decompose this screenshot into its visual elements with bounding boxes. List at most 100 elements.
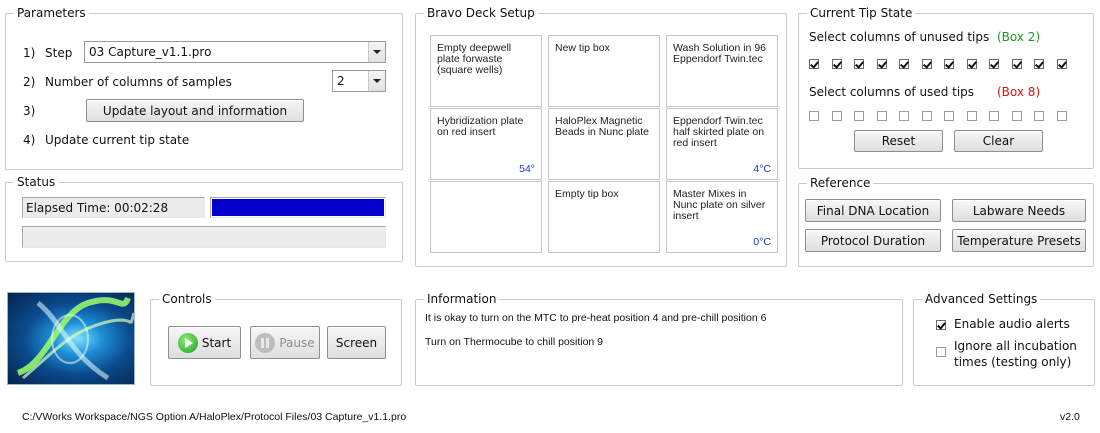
- step-progress-bar: [210, 197, 386, 218]
- used-tip-column-checkbox-1[interactable]: [809, 111, 819, 121]
- dna-helix-icon: [16, 296, 134, 381]
- unused-tip-column-checkbox-9[interactable]: [989, 59, 999, 69]
- deck-position-label: New tip box: [555, 42, 610, 54]
- chevron-down-icon[interactable]: [368, 42, 385, 62]
- controls-group: Controls Start Pause Screen: [150, 291, 402, 386]
- step-select[interactable]: 03 Capture_v1.1.pro: [84, 41, 386, 63]
- ignore-incubation-checkbox[interactable]: [936, 347, 946, 357]
- unused-tip-column-checkbox-11[interactable]: [1034, 59, 1044, 69]
- deck-position-label: Empty deepwell plate forwaste (square we…: [437, 42, 512, 76]
- tip-state-group: Current Tip State Select columns of unus…: [798, 5, 1094, 169]
- information-group: Information It is okay to turn on the MT…: [415, 291, 903, 386]
- columns-number: 2): [23, 75, 36, 89]
- protocol-duration-button[interactable]: Protocol Duration: [805, 229, 941, 252]
- controls-legend: Controls: [159, 291, 215, 307]
- deck-position-temp: 4°C: [753, 163, 771, 175]
- unused-tips-label: Select columns of unused tips: [809, 30, 990, 44]
- deck-position-label: Hybridization plate on red insert: [437, 115, 524, 138]
- deck-position-3[interactable]: Wash Solution in 96 Eppendorf Twin.tec: [666, 35, 778, 107]
- deck-position-7[interactable]: [430, 181, 542, 253]
- chevron-down-icon[interactable]: [368, 71, 385, 91]
- used-tip-column-checkbox-5[interactable]: [899, 111, 909, 121]
- status-group: Status Elapsed Time: 00:02:28: [5, 174, 403, 262]
- used-tip-column-checkbox-2[interactable]: [831, 111, 842, 121]
- information-legend: Information: [424, 291, 500, 307]
- used-tip-column-checkbox-12[interactable]: [1056, 111, 1067, 121]
- advanced-settings-group: Advanced Settings Enable audio alerts Ig…: [913, 291, 1095, 386]
- play-icon: [177, 332, 198, 353]
- columns-select[interactable]: 2: [332, 70, 386, 92]
- clear-button[interactable]: Clear: [954, 130, 1043, 152]
- unused-tip-column-checkbox-1[interactable]: [809, 59, 819, 69]
- deck-position-label: Empty tip box: [555, 188, 619, 200]
- used-tip-column-checkbox-9[interactable]: [989, 111, 999, 121]
- start-button[interactable]: Start: [168, 326, 241, 359]
- columns-select-value: 2: [337, 74, 345, 88]
- enable-audio-label[interactable]: Enable audio alerts: [954, 317, 1070, 331]
- labware-needs-button[interactable]: Labware Needs: [952, 199, 1086, 222]
- ignore-incubation-label-2[interactable]: times (testing only): [954, 355, 1071, 369]
- start-label: Start: [201, 335, 232, 350]
- deck-position-8[interactable]: Empty tip box: [548, 181, 660, 253]
- used-tip-column-checkbox-4[interactable]: [876, 111, 887, 121]
- reset-button[interactable]: Reset: [854, 130, 943, 152]
- temperature-presets-button[interactable]: Temperature Presets: [952, 229, 1086, 252]
- elapsed-time-text: Elapsed Time: 00:02:28: [26, 201, 169, 215]
- deck-position-1[interactable]: Empty deepwell plate forwaste (square we…: [430, 35, 542, 107]
- unused-tip-column-checkbox-6[interactable]: [921, 59, 932, 69]
- information-line: Turn on Thermocube to chill position 9: [425, 336, 604, 348]
- used-tip-column-checkbox-3[interactable]: [854, 111, 864, 121]
- update-layout-button[interactable]: Update layout and information: [86, 99, 304, 122]
- file-path: C:/VWorks Workspace/NGS Option A/HaloPle…: [22, 411, 407, 423]
- final-dna-location-button[interactable]: Final DNA Location: [805, 199, 941, 222]
- step-number: 1): [23, 46, 36, 60]
- elapsed-time-field: Elapsed Time: 00:02:28: [22, 197, 205, 218]
- used-tip-column-checkbox-10[interactable]: [1011, 111, 1022, 121]
- deck-position-5[interactable]: HaloPlex Magnetic Beads in Nunc plate: [548, 108, 660, 180]
- columns-label: Number of columns of samples: [45, 75, 232, 89]
- unused-tip-column-checkbox-8[interactable]: [966, 59, 977, 69]
- update-tip-state-label[interactable]: Update current tip state: [45, 133, 189, 147]
- deck-position-label: HaloPlex Magnetic Beads in Nunc plate: [555, 115, 649, 138]
- unused-box-label: (Box 2): [997, 30, 1041, 44]
- unused-tip-column-checkbox-12[interactable]: [1056, 59, 1067, 69]
- step-label: Step: [45, 46, 73, 60]
- used-box-label: (Box 8): [997, 85, 1041, 99]
- deck-position-label: Wash Solution in 96 Eppendorf Twin.tec: [673, 42, 766, 65]
- unused-tip-column-checkbox-5[interactable]: [899, 59, 909, 69]
- unused-tip-column-checkbox-2[interactable]: [831, 59, 842, 69]
- unused-tips-checkbox-row: [809, 59, 1079, 71]
- unused-tip-column-checkbox-10[interactable]: [1011, 59, 1022, 69]
- deck-group: Bravo Deck Setup Empty deepwell plate fo…: [415, 5, 787, 267]
- deck-position-temp: 0°C: [753, 236, 771, 248]
- app-logo: [7, 292, 135, 385]
- status-legend: Status: [14, 174, 59, 190]
- deck-position-6[interactable]: Eppendorf Twin.tec half skirted plate on…: [666, 108, 778, 180]
- used-tips-checkbox-row: [809, 111, 1079, 123]
- enable-audio-checkbox[interactable]: [936, 320, 946, 330]
- reference-group: Reference Final DNA Location Labware Nee…: [798, 175, 1094, 267]
- deck-position-label: Master Mixes in Nunc plate on silver ins…: [673, 188, 766, 222]
- deck-position-9[interactable]: Master Mixes in Nunc plate on silver ins…: [666, 181, 778, 253]
- ignore-incubation-label-1[interactable]: Ignore all incubation: [954, 339, 1077, 353]
- used-tip-column-checkbox-8[interactable]: [966, 111, 977, 121]
- unused-tip-column-checkbox-4[interactable]: [876, 59, 887, 69]
- used-tip-column-checkbox-11[interactable]: [1034, 111, 1044, 121]
- unused-tip-column-checkbox-7[interactable]: [944, 59, 954, 69]
- version-label: v2.0: [1060, 411, 1080, 423]
- unused-tip-column-checkbox-3[interactable]: [854, 59, 864, 69]
- screen-button[interactable]: Screen: [327, 326, 386, 359]
- parameters-legend: Parameters: [14, 5, 89, 21]
- deck-position-2[interactable]: New tip box: [548, 35, 660, 107]
- deck-position-label: Eppendorf Twin.tec half skirted plate on…: [673, 115, 765, 149]
- deck-position-4[interactable]: Hybridization plate on red insert 54°: [430, 108, 542, 180]
- pause-icon: [255, 332, 276, 353]
- step-progress-fill: [212, 199, 384, 216]
- deck-position-temp: 54°: [519, 163, 535, 175]
- information-line: It is okay to turn on the MTC to pre-hea…: [425, 312, 767, 324]
- used-tip-column-checkbox-7[interactable]: [944, 111, 954, 121]
- tip-state-legend: Current Tip State: [807, 5, 916, 21]
- reference-legend: Reference: [807, 175, 874, 191]
- pause-button[interactable]: Pause: [250, 326, 320, 359]
- used-tip-column-checkbox-6[interactable]: [921, 111, 932, 121]
